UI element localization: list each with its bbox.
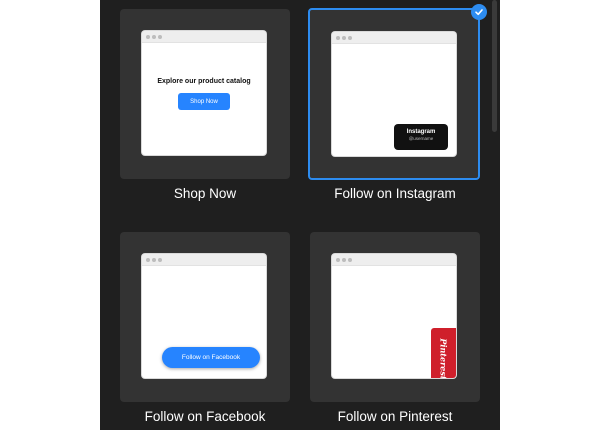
- preview-pinterest-text: Pinterest: [438, 338, 449, 378]
- browser-bar: [332, 254, 456, 266]
- template-label-instagram: Follow on Instagram: [334, 186, 456, 201]
- template-card-facebook[interactable]: Follow on Facebook: [120, 232, 290, 402]
- window-dot: [348, 257, 352, 262]
- window-dot: [158, 257, 162, 262]
- template-label-pinterest: Follow on Pinterest: [337, 409, 453, 424]
- browser-bar: [332, 32, 456, 44]
- preview-facebook-button: Follow on Facebook: [162, 347, 260, 368]
- browser-mockup: Pinterest: [332, 254, 456, 378]
- window-dot: [152, 257, 156, 262]
- template-label-shop-now: Shop Now: [173, 186, 237, 201]
- window-dot: [342, 35, 346, 40]
- preview-instagram-handle: @username: [408, 136, 434, 141]
- browser-mockup: Follow on Facebook: [142, 254, 266, 378]
- check-icon: [471, 4, 487, 20]
- window-dot: [342, 257, 346, 262]
- preview-instagram-name: Instagram: [406, 129, 436, 135]
- window-dot: [158, 34, 162, 39]
- window-dot: [336, 257, 340, 262]
- template-card-pinterest[interactable]: Pinterest: [310, 232, 480, 402]
- preview-instagram-badge: Instagram @username: [394, 124, 448, 150]
- browser-mockup: Explore our product catalog Shop Now: [142, 31, 266, 155]
- window-dot: [146, 257, 150, 262]
- browser-bar: [142, 254, 266, 266]
- browser-mockup: Instagram @username: [332, 32, 456, 156]
- window-dot: [336, 35, 340, 40]
- template-picker-panel: Explore our product catalog Shop Now Sho…: [100, 0, 500, 430]
- window-dot: [348, 35, 352, 40]
- scrollbar[interactable]: [492, 0, 497, 132]
- browser-bar: [142, 31, 266, 43]
- template-label-facebook: Follow on Facebook: [144, 409, 266, 424]
- window-dot: [146, 34, 150, 39]
- window-dot: [152, 34, 156, 39]
- template-card-shop-now[interactable]: Explore our product catalog Shop Now: [120, 9, 290, 179]
- preview-shop-button: Shop Now: [178, 93, 230, 110]
- preview-pinterest-tab: Pinterest: [431, 328, 456, 378]
- template-card-instagram[interactable]: Instagram @username: [308, 8, 480, 180]
- preview-heading: Explore our product catalog: [157, 78, 251, 85]
